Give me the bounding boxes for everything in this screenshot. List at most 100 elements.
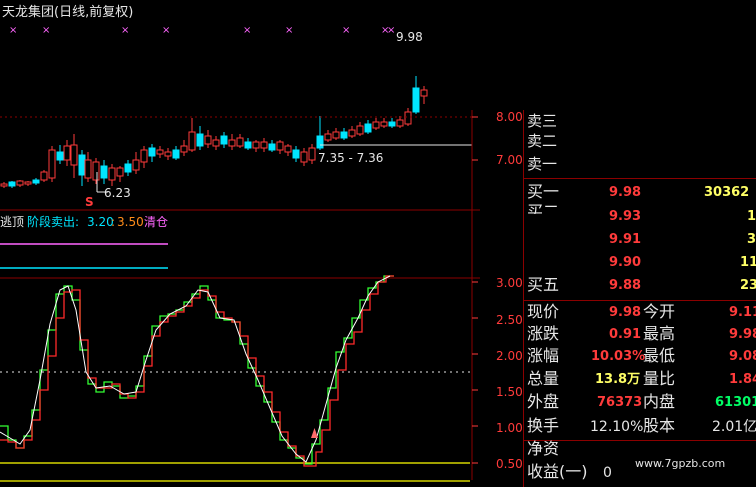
signal-marker-icon: × — [121, 25, 129, 36]
indicator-clear-label: 清仓 — [144, 216, 168, 228]
volume-ratio-value: 1.84 — [729, 372, 756, 387]
candle — [228, 134, 236, 150]
candle — [172, 146, 180, 160]
buy1-volume: 30362 — [704, 185, 750, 200]
volume-label: 总量 — [527, 369, 560, 388]
candle — [356, 122, 364, 136]
share-capital-label: 股本 — [643, 416, 676, 435]
turnover-value: 12.10% — [590, 419, 644, 435]
candle — [188, 118, 196, 152]
candle — [212, 136, 220, 150]
candle — [420, 86, 428, 104]
signal-marker-icon: × — [243, 25, 251, 36]
price-axis-label-8: 8.00 — [496, 110, 523, 124]
price-range-label: 7.35 - 7.36 — [318, 151, 384, 165]
current-price-label: 现价 — [527, 302, 560, 321]
candle — [180, 140, 188, 156]
candle — [276, 140, 284, 154]
candle — [396, 116, 404, 128]
candlestick-series — [0, 76, 428, 188]
ind-axis-1: 1.00 — [496, 421, 523, 435]
orderbook-divider — [523, 178, 756, 179]
candle — [388, 118, 396, 128]
candle — [284, 144, 292, 156]
price-chart-area[interactable]: × × × × × × × ×× — [0, 0, 520, 487]
buy3-volume: 3 — [747, 232, 756, 247]
candle — [140, 146, 148, 168]
candle — [332, 128, 340, 140]
inner-volume-label: 内盘 — [643, 392, 676, 411]
buy1-label: 买一 — [527, 182, 560, 201]
candle — [48, 146, 56, 182]
high-value: 9.98 — [729, 327, 756, 342]
buy2-volume: 1 — [747, 209, 756, 224]
candle — [252, 140, 260, 152]
candle — [16, 180, 24, 187]
signal-marker-icon: × — [387, 25, 395, 36]
signal-markers: × × × × × × × ×× — [9, 25, 395, 36]
s-marker: S — [85, 195, 94, 209]
axis-ticks — [472, 116, 478, 464]
indicator-sep: : — [111, 215, 116, 229]
ind-axis-2: 2.00 — [496, 349, 523, 363]
panel-divider — [523, 110, 524, 487]
outer-volume-label: 外盘 — [527, 392, 560, 411]
current-price-value: 9.98 — [609, 305, 642, 320]
candle — [8, 181, 16, 188]
candle — [40, 170, 48, 182]
buy1-price: 9.98 — [609, 185, 642, 200]
signal-marker-icon: × — [9, 25, 17, 36]
low-price-mark: 6.23 — [104, 186, 131, 200]
change-value: 0.91 — [609, 327, 642, 342]
candle — [70, 134, 78, 178]
indicator-step-green — [0, 275, 394, 465]
candle — [164, 148, 172, 160]
indicator-series — [0, 275, 394, 467]
candle — [0, 182, 8, 188]
high-price-mark: 9.98 — [396, 30, 423, 44]
candle — [236, 134, 244, 148]
candle — [308, 144, 316, 164]
signal-marker-icon: × — [342, 25, 350, 36]
candle — [412, 76, 420, 114]
buy5-label: 买五 — [527, 275, 560, 294]
candle — [116, 166, 124, 182]
buy3-price: 9.91 — [609, 232, 642, 247]
eps-value: 0 — [603, 465, 612, 481]
quote-divider — [523, 300, 756, 301]
buy2-label: 买二 — [527, 204, 560, 214]
indicator-v2: 3.50 — [117, 215, 144, 229]
low-value: 9.08 — [729, 349, 756, 364]
inner-volume-value: 61301 — [715, 395, 756, 410]
candle — [196, 126, 204, 150]
candle — [156, 146, 164, 158]
chart-title: 天龙集团(日线,前复权) — [2, 5, 134, 20]
candle — [380, 118, 388, 128]
candle — [24, 181, 32, 186]
change-pct-label: 涨幅 — [527, 346, 560, 365]
candle — [292, 146, 300, 162]
candle — [84, 152, 92, 182]
signal-marker-icon: × — [162, 25, 170, 36]
change-label: 涨跌 — [527, 324, 560, 343]
ind-axis-25: 2.50 — [496, 313, 523, 327]
net-assets-label: 净资 — [527, 439, 560, 458]
outer-volume-value: 76373 — [597, 395, 643, 410]
open-value: 9.11 — [729, 305, 756, 320]
sell1-label: 卖一 — [527, 155, 558, 173]
price-axis-label-7: 7.00 — [496, 153, 523, 167]
share-capital-value: 2.01亿 — [712, 419, 756, 435]
watermark: www.7gpzb.com — [635, 457, 726, 470]
candle — [204, 130, 212, 148]
turnover-label: 换手 — [527, 416, 560, 435]
candle — [108, 164, 116, 186]
indicator-name: 逃顶 — [0, 215, 25, 229]
candle — [32, 178, 40, 185]
candle — [364, 120, 372, 134]
high-label: 最高 — [643, 324, 676, 343]
eps-label: 收益(一) — [527, 462, 588, 481]
low-label: 最低 — [643, 346, 676, 365]
candle — [92, 158, 100, 184]
candle — [220, 132, 228, 148]
sell2-label: 卖二 — [527, 132, 558, 150]
